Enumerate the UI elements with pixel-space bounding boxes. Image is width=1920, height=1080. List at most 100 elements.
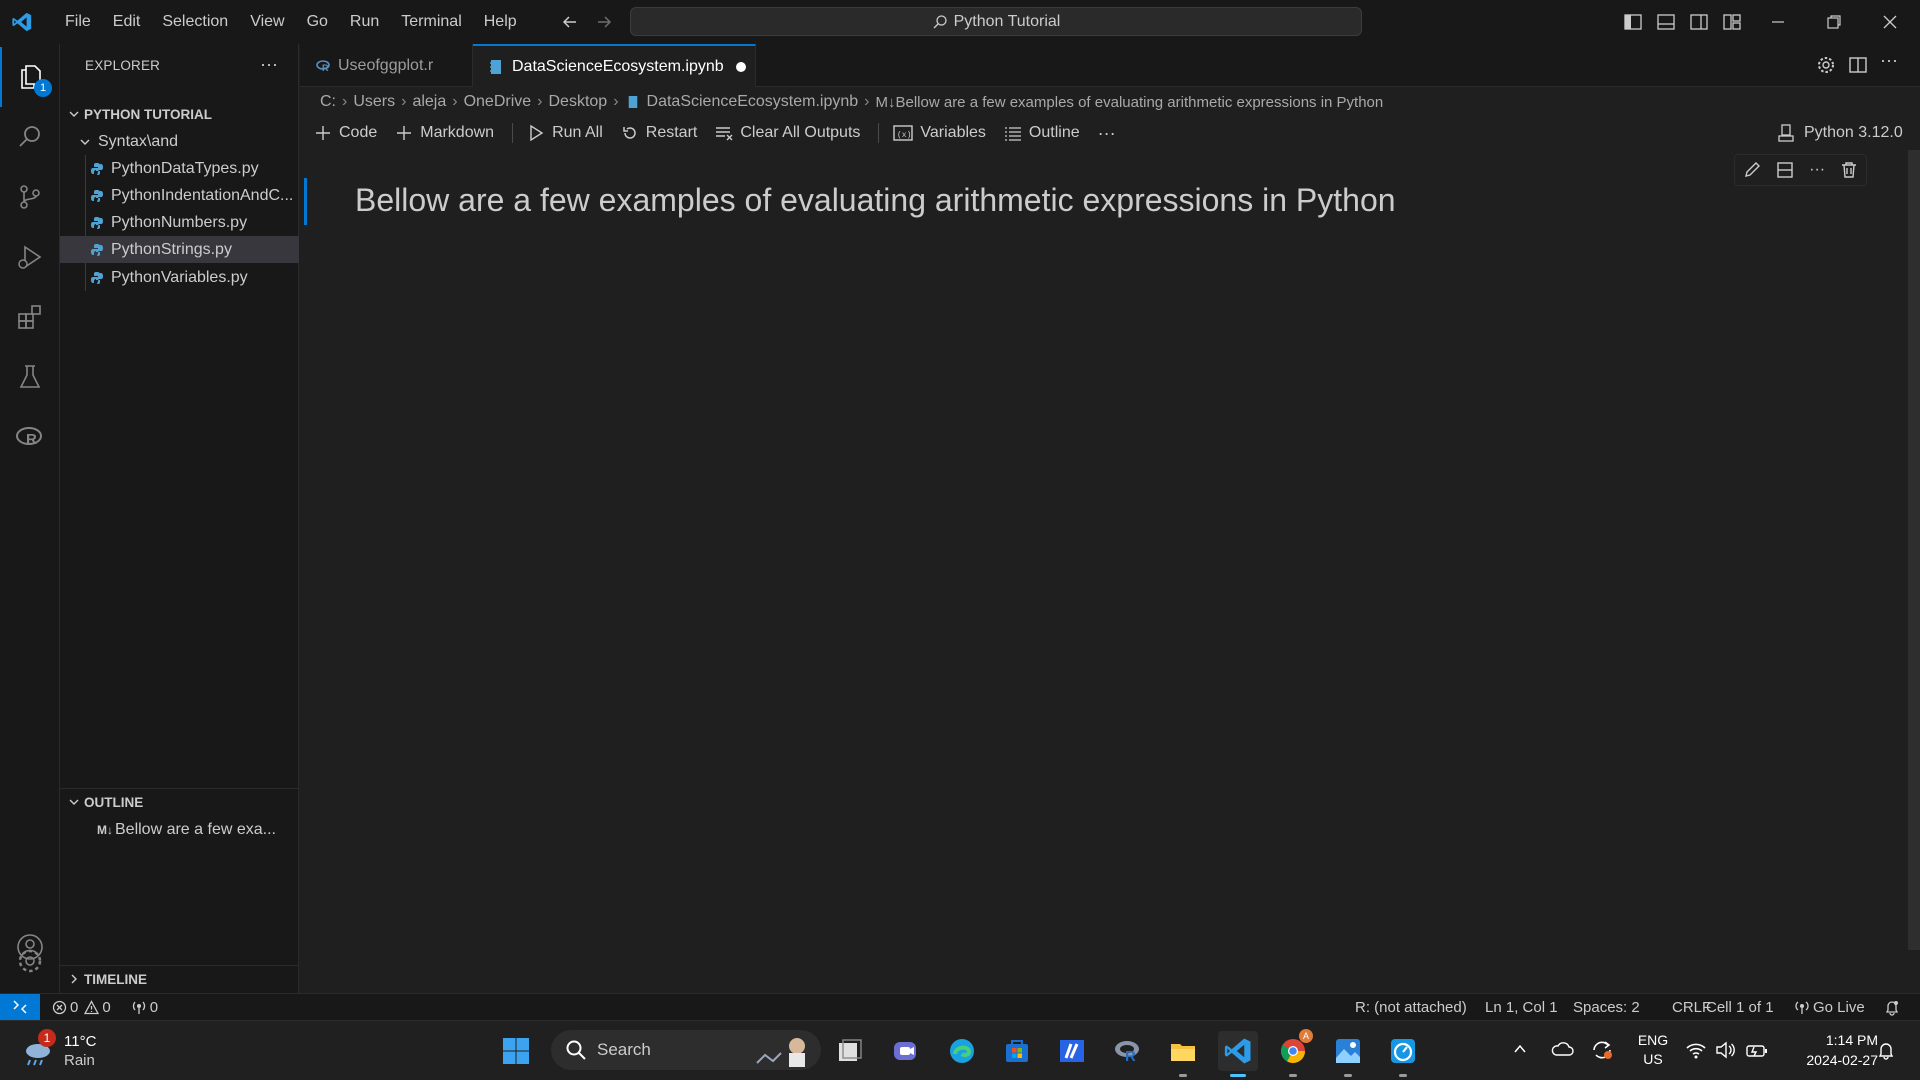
indentation-status[interactable]: Spaces: 2	[1573, 994, 1640, 1021]
trash-icon[interactable]	[1840, 161, 1858, 179]
folder-syntax[interactable]: Syntax\and	[60, 128, 299, 155]
markdown-cell-content[interactable]: Bellow are a few examples of evaluating …	[355, 182, 1396, 219]
cursor-position[interactable]: Ln 1, Col 1	[1485, 994, 1558, 1021]
cell-index-status[interactable]: Cell 1 of 1	[1706, 994, 1774, 1021]
sync-icon[interactable]	[1590, 1039, 1614, 1061]
file-python-numbers[interactable]: PythonNumbers.py	[60, 209, 299, 236]
breadcrumb-item[interactable]: DataScienceEcosystem.ipynb	[647, 93, 859, 111]
back-arrow-icon[interactable]	[560, 12, 580, 32]
menu-file[interactable]: File	[54, 0, 102, 44]
photos-app[interactable]	[1328, 1031, 1368, 1077]
breadcrumb-item[interactable]: Users	[353, 93, 395, 111]
language-indicator[interactable]: ENG US	[1635, 1031, 1671, 1069]
tab-useofggplot[interactable]: R Useofggplot.r	[300, 44, 473, 87]
ports-indicator[interactable]: 0	[131, 999, 158, 1016]
toggle-secondary-sidebar-icon[interactable]	[1689, 12, 1709, 32]
file-python-strings[interactable]: PythonStrings.py	[60, 236, 299, 263]
menu-edit[interactable]: Edit	[102, 0, 152, 44]
breadcrumb-item[interactable]: aleja	[412, 93, 446, 111]
breadcrumb-item[interactable]: Desktop	[548, 93, 607, 111]
run-debug-activity[interactable]	[0, 227, 60, 287]
remote-indicator[interactable]	[0, 993, 40, 1021]
taskbar-search[interactable]: Search	[551, 1030, 821, 1070]
edge-app[interactable]	[942, 1031, 982, 1071]
tab-datascienceecosystem[interactable]: DataScienceEcosystem.ipynb	[473, 44, 756, 87]
go-live-button[interactable]: Go Live	[1795, 994, 1865, 1021]
explorer-more-icon[interactable]: ···	[260, 54, 278, 75]
outline-section-header[interactable]: OUTLINE	[60, 789, 299, 815]
explorer-activity[interactable]: 1	[0, 47, 60, 107]
add-markdown-cell-button[interactable]: Markdown	[395, 124, 494, 142]
variables-button[interactable]: (x) Variables	[893, 124, 986, 142]
extensions-activity[interactable]	[0, 287, 60, 347]
close-icon[interactable]	[1880, 12, 1900, 32]
testing-activity[interactable]	[0, 347, 60, 407]
menu-selection[interactable]: Selection	[151, 0, 239, 44]
split-editor-icon[interactable]	[1848, 55, 1868, 75]
breadcrumb-item[interactable]: M↓Bellow are a few examples of evaluatin…	[876, 94, 1384, 111]
forward-arrow-icon[interactable]	[594, 12, 614, 32]
timeline-section-header[interactable]: TIMELINE	[60, 966, 299, 992]
onedrive-cloud-icon[interactable]	[1550, 1039, 1574, 1059]
menu-go[interactable]: Go	[296, 0, 339, 44]
teams-app[interactable]	[886, 1031, 926, 1071]
search-activity[interactable]	[0, 107, 60, 167]
more-toolbar-button[interactable]: ···	[1098, 123, 1116, 144]
wifi-icon[interactable]	[1685, 1040, 1707, 1060]
menu-terminal[interactable]: Terminal	[390, 0, 472, 44]
task-view-button[interactable]	[830, 1031, 870, 1071]
breadcrumb-item[interactable]: C:	[320, 93, 336, 111]
restore-icon[interactable]	[1824, 12, 1844, 32]
toggle-primary-sidebar-icon[interactable]	[1623, 12, 1643, 32]
split-cell-icon[interactable]	[1776, 161, 1794, 179]
power-automate-app[interactable]	[1052, 1031, 1092, 1071]
restart-button[interactable]: Restart	[621, 124, 697, 142]
python-file-icon	[91, 189, 103, 202]
problems-indicator[interactable]: 0 0	[52, 999, 111, 1016]
chrome-app[interactable]: A	[1273, 1029, 1313, 1077]
start-button[interactable]	[496, 1031, 536, 1071]
weather-widget[interactable]: 1 11°C Rain	[20, 1029, 130, 1073]
run-all-button[interactable]: Run All	[527, 124, 603, 142]
kernel-picker[interactable]: Python 3.12.0	[1778, 118, 1903, 148]
store-app[interactable]	[997, 1031, 1037, 1071]
explorer-badge: 1	[34, 79, 52, 97]
menu-help[interactable]: Help	[473, 0, 528, 44]
chevron-up-icon[interactable]	[1512, 1041, 1528, 1057]
button-label: Run All	[552, 124, 603, 141]
command-center[interactable]: Python Tutorial	[630, 7, 1362, 36]
file-python-data-types[interactable]: PythonDataTypes.py	[60, 155, 299, 182]
gear-icon[interactable]	[1816, 55, 1836, 75]
volume-icon[interactable]	[1714, 1040, 1736, 1060]
minimize-icon[interactable]	[1768, 12, 1788, 32]
file-python-indentation[interactable]: PythonIndentationAndC...	[60, 182, 299, 209]
notification-bell-icon[interactable]	[1876, 1041, 1896, 1061]
customize-layout-icon[interactable]	[1722, 12, 1742, 32]
battery-icon[interactable]	[1745, 1040, 1769, 1060]
editor-scrollbar[interactable]	[1908, 150, 1920, 950]
menu-view[interactable]: View	[239, 0, 295, 44]
settings-gear-activity[interactable]	[15, 946, 45, 976]
r-activity[interactable]: R	[0, 407, 60, 467]
clock[interactable]: 1:14 PM 2024-02-27	[1782, 1030, 1878, 1070]
clear-all-outputs-button[interactable]: Clear All Outputs	[715, 124, 860, 142]
outline-item[interactable]: M↓ Bellow are a few exa...	[60, 816, 299, 843]
snipping-app[interactable]	[1383, 1031, 1423, 1077]
outline-button[interactable]: Outline	[1004, 124, 1080, 142]
notifications-bell-icon[interactable]	[1884, 994, 1900, 1021]
breadcrumb-item[interactable]: OneDrive	[464, 93, 532, 111]
more-actions-icon[interactable]: ···	[1880, 50, 1898, 71]
vscode-app[interactable]	[1218, 1031, 1258, 1077]
file-explorer-app[interactable]	[1163, 1031, 1203, 1077]
menu-run[interactable]: Run	[339, 0, 390, 44]
more-icon[interactable]: ···	[1809, 161, 1825, 179]
edit-pencil-icon[interactable]	[1743, 161, 1761, 179]
add-code-cell-button[interactable]: Code	[314, 124, 377, 142]
source-control-activity[interactable]	[0, 167, 60, 227]
rstudio-app[interactable]: R	[1108, 1031, 1148, 1071]
toggle-panel-icon[interactable]	[1656, 12, 1676, 32]
r-status[interactable]: R: (not attached)	[1355, 994, 1467, 1021]
file-python-variables[interactable]: PythonVariables.py	[60, 264, 299, 291]
folder-python-tutorial[interactable]: PYTHON TUTORIAL	[60, 101, 299, 127]
unsaved-dot-icon[interactable]	[735, 61, 746, 72]
